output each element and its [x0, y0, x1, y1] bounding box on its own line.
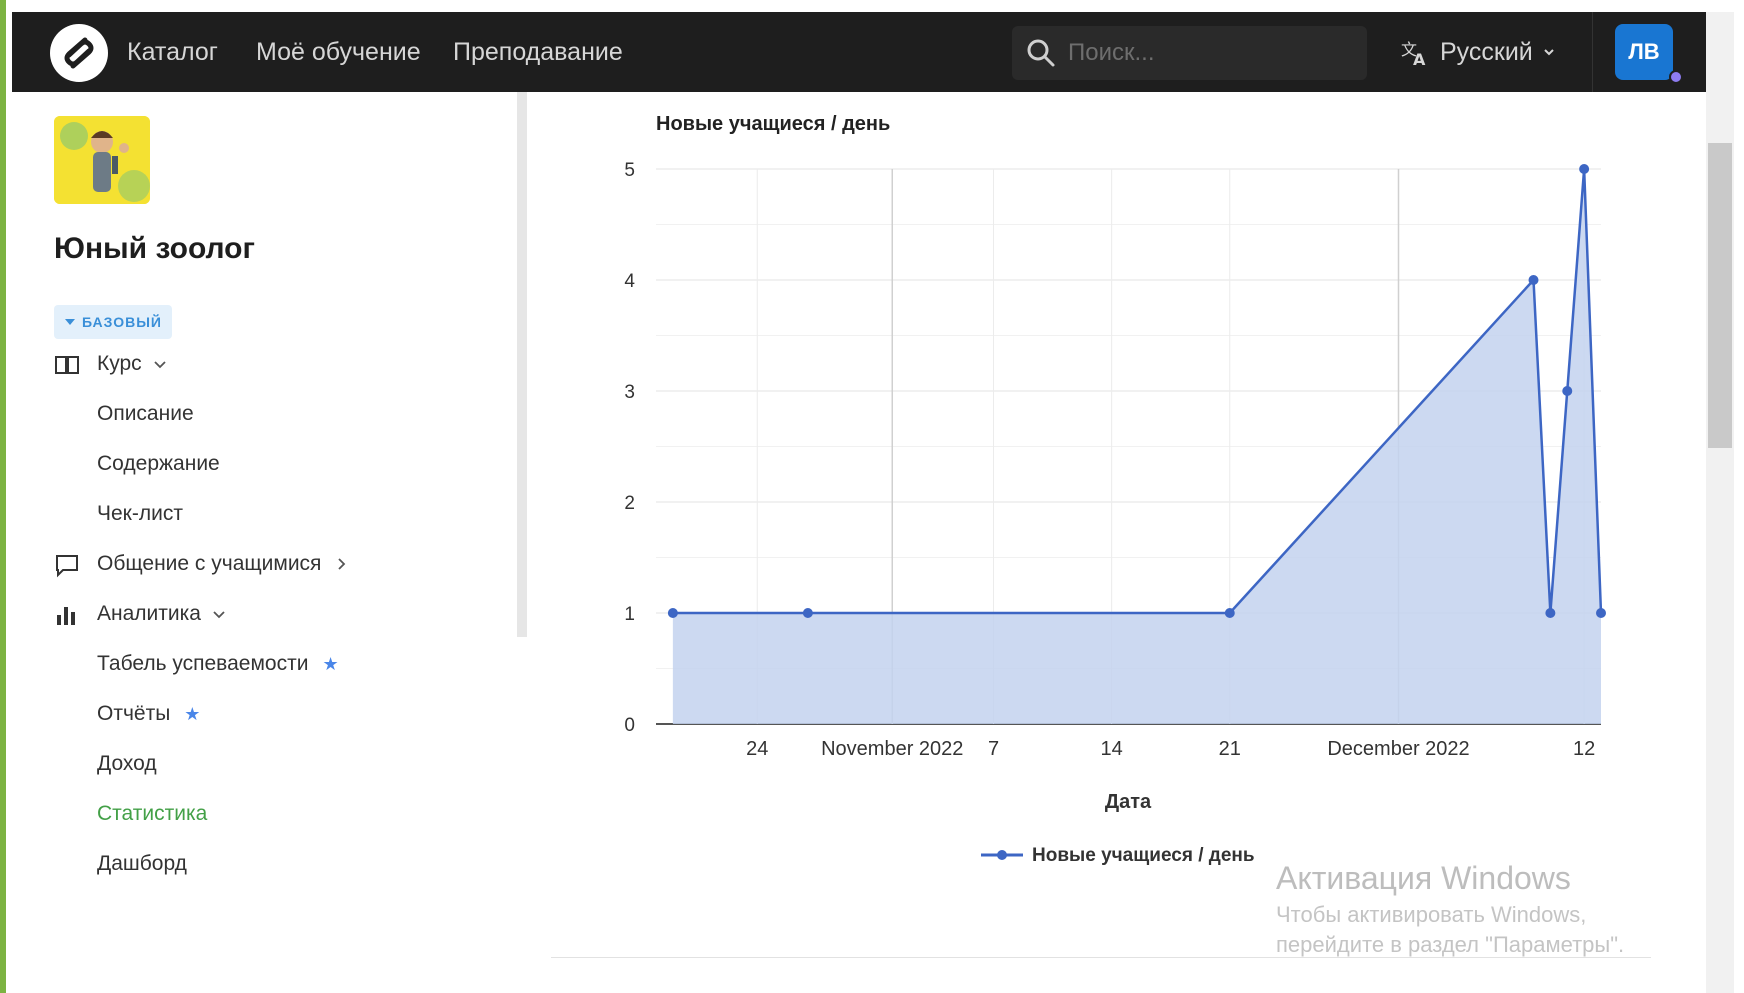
sidebar-section-course[interactable]: Курс — [55, 352, 168, 376]
sidebar-item-checklist[interactable]: Чек-лист — [97, 502, 183, 526]
windows-activation-line2: перейдите в раздел "Параметры". — [1276, 932, 1625, 957]
x-tick-label: November 2022 — [821, 738, 963, 760]
nav-link-catalog[interactable]: Каталог — [127, 38, 218, 67]
search-input[interactable] — [1068, 39, 1358, 67]
chevron-right-icon — [338, 558, 346, 570]
sidebar-item-statistics[interactable]: Статистика — [97, 802, 207, 826]
x-tick-label: 21 — [1219, 738, 1241, 760]
status-indicator — [1669, 70, 1683, 84]
data-point — [667, 608, 678, 618]
top-navigation-bar: Каталог Моё обучение Преподавание 文 A Ру… — [12, 12, 1706, 92]
windows-activation-line1: Чтобы активировать Windows, — [1276, 902, 1587, 927]
avatar[interactable]: ЛВ — [1615, 24, 1673, 80]
series-area — [672, 169, 1601, 724]
nav-link-my-learning[interactable]: Моё обучение — [256, 38, 421, 67]
sidebar-section-analytics[interactable]: Аналитика — [57, 602, 227, 626]
data-point — [1224, 608, 1235, 618]
language-label: Русский — [1440, 37, 1533, 66]
series-line — [672, 168, 1603, 615]
chevron-down-icon — [65, 319, 75, 325]
star-icon: ★ — [184, 703, 201, 724]
bar-chart-icon — [57, 607, 75, 625]
y-tick-label: 3 — [624, 382, 635, 403]
page-scrollbar-thumb[interactable] — [1708, 143, 1732, 448]
data-point — [802, 608, 813, 618]
sidebar-item-content[interactable]: Содержание — [97, 452, 220, 476]
sidebar-item-reports[interactable]: Отчёты ★ — [97, 702, 200, 726]
translate-icon: 文 A — [1401, 40, 1426, 67]
x-tick-label: 24 — [746, 738, 768, 760]
sidebar-item-label: Отчёты — [97, 702, 171, 725]
x-tick-label: 12 — [1573, 738, 1595, 760]
logo-icon[interactable] — [50, 24, 108, 82]
nav-link-teaching[interactable]: Преподавание — [453, 38, 623, 67]
sidebar-item-label: Табель успеваемости — [97, 652, 309, 675]
svg-text:A: A — [1413, 50, 1426, 67]
data-point — [1545, 608, 1556, 618]
sidebar-scrollbar[interactable] — [517, 92, 527, 637]
chevron-down-icon — [213, 611, 225, 619]
language-selector[interactable]: 文 A Русский — [1400, 34, 1555, 70]
course-sidebar: Юный зоолог БАЗОВЫЙ Курс Описание Содерж… — [12, 92, 527, 993]
chat-icon — [56, 555, 78, 578]
legend-label: Новые учащиеся / день — [1032, 845, 1255, 866]
data-point — [1596, 608, 1606, 618]
x-tick-label: December 2022 — [1327, 738, 1469, 760]
x-tick-label: 7 — [988, 738, 999, 760]
sidebar-item-description[interactable]: Описание — [97, 402, 194, 426]
sidebar-item-dashboard[interactable]: Дашборд — [97, 852, 187, 876]
y-tick-label: 5 — [624, 160, 635, 181]
data-point — [1528, 275, 1539, 285]
legend-swatch-point — [997, 850, 1007, 860]
star-icon: ★ — [322, 653, 339, 674]
sidebar-item-gradebook[interactable]: Табель успеваемости ★ — [97, 652, 339, 676]
x-tick-label: 14 — [1101, 738, 1123, 760]
x-axis-label: Дата — [1105, 791, 1152, 813]
book-icon — [55, 356, 79, 374]
search-box — [1012, 26, 1367, 80]
chevron-down-icon — [154, 361, 166, 369]
plan-badge: БАЗОВЫЙ — [54, 305, 172, 339]
y-tick-label: 4 — [624, 271, 635, 292]
course-title: Юный зоолог — [54, 232, 256, 265]
y-tick-label: 0 — [624, 715, 635, 736]
app-frame: Каталог Моё обучение Преподавание 文 A Ру… — [0, 0, 1744, 993]
data-point — [1579, 164, 1590, 174]
sidebar-item-income[interactable]: Доход — [97, 752, 157, 776]
user-menu: ЛВ — [1592, 12, 1706, 92]
sidebar-section-label: Общение с учащимися — [97, 552, 322, 575]
y-tick-label: 1 — [624, 604, 635, 625]
sidebar-section-label: Аналитика — [97, 602, 201, 625]
windows-activation-title: Активация Windows — [1276, 860, 1571, 896]
search-icon — [1027, 39, 1055, 67]
course-image — [54, 116, 150, 204]
sidebar-section-communication[interactable]: Общение с учащимися — [56, 552, 349, 578]
chart-title: Новые учащиеся / день — [656, 113, 891, 135]
plan-badge-label: БАЗОВЫЙ — [82, 314, 162, 330]
data-point — [1562, 386, 1573, 396]
y-tick-label: 2 — [624, 493, 635, 514]
chevron-down-icon — [1544, 49, 1554, 56]
sidebar-section-label: Курс — [97, 352, 142, 375]
